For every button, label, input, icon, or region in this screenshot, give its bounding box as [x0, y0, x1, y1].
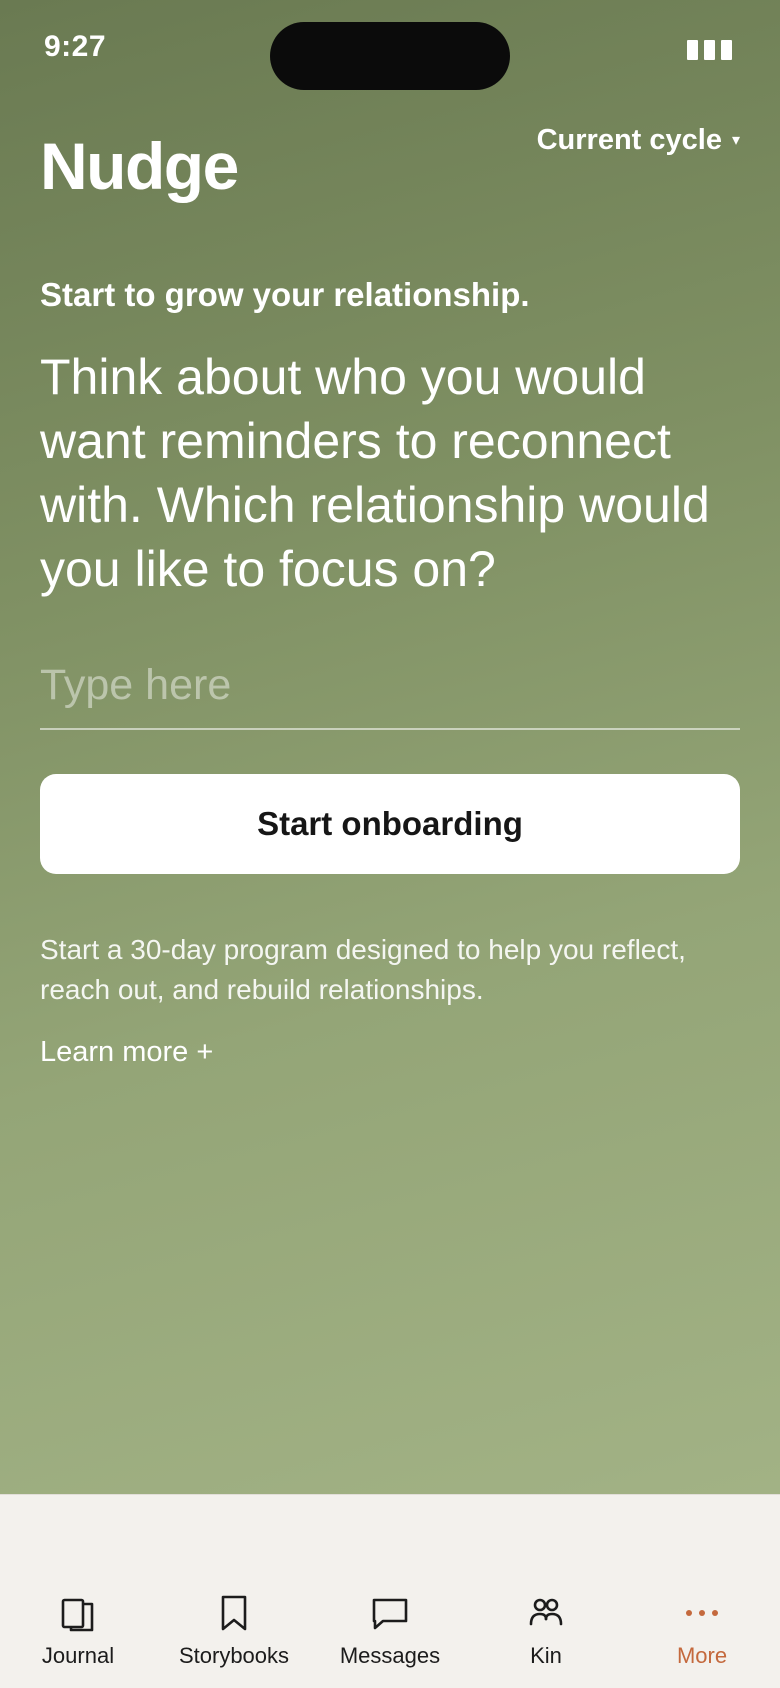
relationship-input-wrapper	[40, 650, 740, 730]
tab-label: Kin	[530, 1643, 562, 1668]
tab-messages[interactable]: Messages	[312, 1495, 468, 1688]
battery-icon	[687, 40, 732, 60]
section-subhead: Start to grow your relationship.	[40, 276, 530, 313]
status-bar: 9:27	[0, 0, 780, 100]
learn-more-link[interactable]: Learn more +	[40, 1036, 213, 1069]
status-time: 9:27	[44, 30, 107, 63]
app-screen: 9:27 Nudge Current cycle ▾ Start to grow…	[0, 0, 780, 1688]
tab-kin[interactable]: Kin	[468, 1495, 624, 1688]
tab-journal[interactable]: Journal	[0, 1495, 156, 1688]
app-title: Nudge	[40, 129, 239, 203]
prompt-question: Think about who you would want reminders…	[40, 349, 710, 597]
hero-panel: 9:27 Nudge Current cycle ▾ Start to grow…	[0, 0, 780, 1494]
relationship-input[interactable]	[40, 650, 740, 720]
people-icon	[524, 1591, 568, 1635]
tab-label: More	[676, 1643, 728, 1668]
dynamic-island	[270, 22, 510, 90]
tab-label: Journal	[41, 1643, 115, 1668]
journal-icon	[56, 1591, 100, 1635]
tab-label: Storybooks	[178, 1643, 290, 1668]
start-onboarding-button[interactable]: Start onboarding	[40, 774, 740, 874]
more-icon	[680, 1591, 724, 1635]
tab-more[interactable]: More	[624, 1495, 780, 1688]
caret-down-icon: ▾	[731, 131, 740, 149]
tab-label: Messages	[339, 1643, 441, 1668]
cycle-selector[interactable]: Current cycle ▾	[537, 124, 740, 157]
message-icon	[368, 1591, 412, 1635]
bottom-tab-bar: Journal Storybooks Messages Kin More	[0, 1494, 780, 1688]
cycle-label: Current cycle	[536, 124, 722, 156]
program-description: Start a 30-day program designed to help …	[40, 934, 686, 1005]
bookmark-icon	[212, 1591, 256, 1635]
tab-storybooks[interactable]: Storybooks	[156, 1495, 312, 1688]
